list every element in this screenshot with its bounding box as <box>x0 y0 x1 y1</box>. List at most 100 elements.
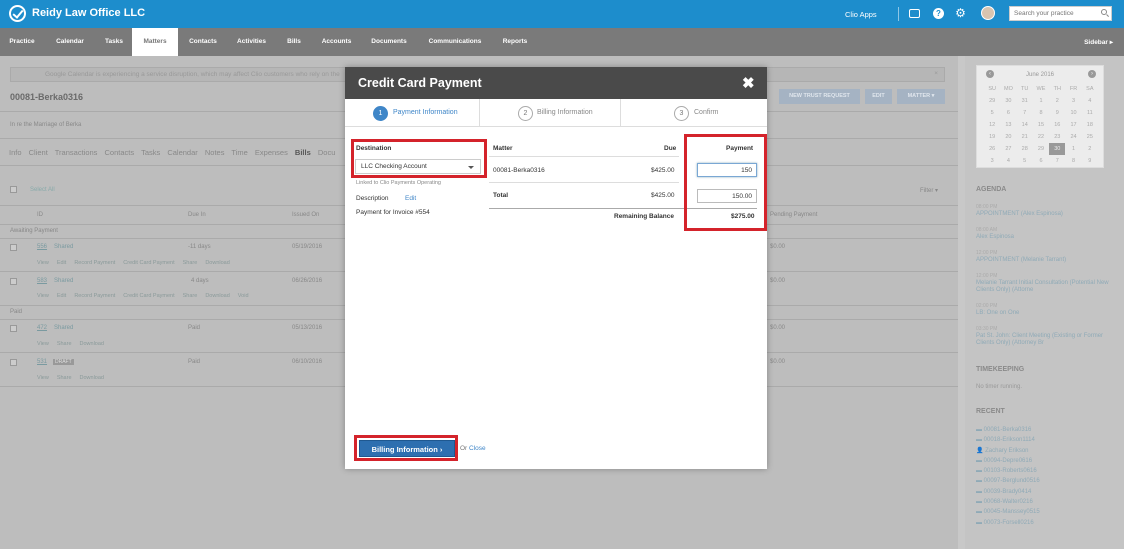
calendar-day[interactable]: 25 <box>1082 131 1098 143</box>
calendar-day[interactable]: 30 <box>1000 95 1016 107</box>
select-all-checkbox[interactable] <box>10 186 17 193</box>
calendar-day[interactable]: 22 <box>1033 131 1049 143</box>
inbox-icon[interactable] <box>909 9 920 18</box>
download-link[interactable]: Download <box>205 260 229 266</box>
tab-bills[interactable]: Bills <box>295 148 311 157</box>
recent-item-label[interactable]: 00097-Berglund0516 <box>984 478 1040 484</box>
recent-item[interactable]: ▬ 00073-Forsell0216 <box>976 518 1040 528</box>
agenda-item[interactable]: 12:00 PM APPOINTMENT (Melanie Tarrant) <box>976 250 1111 264</box>
nav-tasks[interactable]: Tasks <box>96 28 132 56</box>
nav-documents[interactable]: Documents <box>360 28 418 56</box>
calendar-day[interactable]: 4 <box>1000 155 1016 167</box>
agenda-title[interactable]: APPOINTMENT (Melanie Tarrant) <box>976 257 1111 264</box>
calendar-day[interactable]: 6 <box>1000 107 1016 119</box>
nav-communications[interactable]: Communications <box>418 28 492 56</box>
calendar-day[interactable]: 15 <box>1033 119 1049 131</box>
calendar-day[interactable]: 18 <box>1082 119 1098 131</box>
recent-item-label[interactable]: 00073-Forsell0216 <box>984 520 1034 526</box>
tab-contacts[interactable]: Contacts <box>105 148 135 157</box>
recent-item-label[interactable]: 00081-Berka0316 <box>984 427 1032 433</box>
view-link[interactable]: View <box>37 293 49 299</box>
calendar-day[interactable]: 10 <box>1065 107 1081 119</box>
calendar-day[interactable]: 13 <box>1000 119 1016 131</box>
view-link[interactable]: View <box>37 375 49 381</box>
step-billing-information[interactable]: 2 Billing Information <box>480 99 621 127</box>
recent-item[interactable]: ▬ 00097-Berglund0516 <box>976 476 1040 486</box>
calendar-day[interactable]: 1 <box>1033 95 1049 107</box>
bill-id-link[interactable]: 472 <box>37 325 47 331</box>
agenda-item[interactable]: 08:00 PM APPOINTMENT (Alex Espinosa) <box>976 204 1111 218</box>
scrollbar[interactable] <box>958 56 965 549</box>
record-payment-link[interactable]: Record Payment <box>74 293 115 299</box>
view-link[interactable]: View <box>37 260 49 266</box>
bill-id-link[interactable]: 583 <box>37 278 47 284</box>
edit-matter-button[interactable]: EDIT <box>865 89 892 104</box>
calendar-day[interactable]: 2 <box>1049 95 1065 107</box>
tab-notes[interactable]: Notes <box>205 148 225 157</box>
chevron-right-icon[interactable]: › <box>1088 70 1096 78</box>
calendar-day[interactable]: 29 <box>1033 143 1049 155</box>
calendar-day[interactable]: 3 <box>1065 95 1081 107</box>
calendar-day[interactable]: 6 <box>1033 155 1049 167</box>
recent-item-label[interactable]: 00068-Walter0216 <box>984 499 1033 505</box>
recent-item-label[interactable]: 00018-Erikson1114 <box>984 437 1035 443</box>
clio-apps-link[interactable]: Clio Apps <box>845 10 877 19</box>
tab-transactions[interactable]: Transactions <box>55 148 98 157</box>
share-link[interactable]: Share <box>183 260 198 266</box>
col-header-issued-on[interactable]: Issued On <box>292 212 319 218</box>
calendar-day[interactable]: 21 <box>1017 131 1033 143</box>
download-link[interactable]: Download <box>80 341 104 347</box>
recent-item-label[interactable]: 00094-Depre0616 <box>984 458 1032 464</box>
tab-time[interactable]: Time <box>231 148 247 157</box>
calendar-day[interactable]: 12 <box>984 119 1000 131</box>
col-header-due-in[interactable]: Due In <box>188 212 206 218</box>
calendar-day[interactable]: 14 <box>1017 119 1033 131</box>
nav-accounts[interactable]: Accounts <box>313 28 360 56</box>
close-icon[interactable]: × <box>934 70 938 77</box>
gear-icon[interactable]: ⚙ <box>955 7 966 19</box>
recent-item[interactable]: ▬ 00094-Depre0616 <box>976 456 1040 466</box>
select-all-link[interactable]: Select All <box>30 187 55 193</box>
nav-activities[interactable]: Activities <box>228 28 275 56</box>
nav-matters[interactable]: Matters <box>132 28 178 56</box>
calendar-day[interactable]: 2 <box>1082 143 1098 155</box>
nav-bills[interactable]: Bills <box>275 28 313 56</box>
calendar-day[interactable]: 4 <box>1082 95 1098 107</box>
recent-item[interactable]: ▬ 00081-Berka0316 <box>976 425 1040 435</box>
calendar-day[interactable]: 3 <box>984 155 1000 167</box>
download-link[interactable]: Download <box>80 375 104 381</box>
edit-link[interactable]: Edit <box>57 260 66 266</box>
recent-item-label[interactable]: Zachary Erikson <box>985 448 1028 454</box>
calendar-day[interactable]: 20 <box>1000 131 1016 143</box>
tab-documents[interactable]: Docu <box>318 148 336 157</box>
share-link[interactable]: Share <box>183 293 198 299</box>
firm-name[interactable]: Reidy Law Office LLC <box>32 7 145 19</box>
nav-practice[interactable]: Practice <box>0 28 44 56</box>
nav-reports[interactable]: Reports <box>492 28 538 56</box>
nav-contacts[interactable]: Contacts <box>178 28 228 56</box>
view-link[interactable]: View <box>37 341 49 347</box>
calendar-day[interactable]: 23 <box>1049 131 1065 143</box>
clio-logo-icon[interactable] <box>9 5 26 22</box>
col-header-pending[interactable]: Pending Payment <box>770 212 817 218</box>
row-checkbox[interactable] <box>10 278 17 285</box>
tab-client[interactable]: Client <box>29 148 48 157</box>
tab-info[interactable]: Info <box>9 148 22 157</box>
recent-item-label[interactable]: 00039-Brady0414 <box>984 489 1032 495</box>
agenda-item[interactable]: 12:00 PM Melanie Tarrant Initial Consulta… <box>976 273 1111 294</box>
tab-calendar[interactable]: Calendar <box>167 148 197 157</box>
calendar-day[interactable]: 9 <box>1049 107 1065 119</box>
calendar-day[interactable]: 19 <box>984 131 1000 143</box>
agenda-title[interactable]: APPOINTMENT (Alex Espinosa) <box>976 211 1111 218</box>
recent-item[interactable]: ▬ 00068-Walter0216 <box>976 497 1040 507</box>
new-trust-request-button[interactable]: NEW TRUST REQUEST <box>779 89 860 104</box>
calendar-day[interactable]: 8 <box>1033 107 1049 119</box>
void-link[interactable]: Void <box>238 293 249 299</box>
credit-card-payment-link[interactable]: Credit Card Payment <box>123 260 174 266</box>
agenda-title[interactable]: LB: One on One <box>976 310 1111 317</box>
row-checkbox[interactable] <box>10 359 17 366</box>
nav-calendar[interactable]: Calendar <box>44 28 96 56</box>
close-icon[interactable]: ✖ <box>742 74 755 92</box>
calendar-day[interactable]: 28 <box>1017 143 1033 155</box>
help-icon[interactable]: ? <box>933 8 944 19</box>
